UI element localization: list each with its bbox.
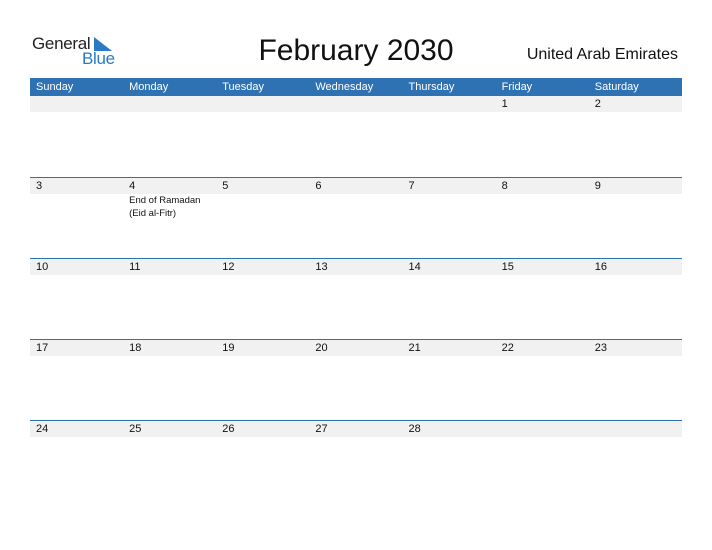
day-number: 28 — [408, 423, 421, 435]
day-number: 10 — [36, 261, 49, 273]
day-cell: 2 — [589, 96, 682, 112]
day-number: 8 — [501, 180, 508, 192]
calendar-grid: Sunday Monday Tuesday Wednesday Thursday… — [30, 78, 682, 501]
day-number: 21 — [408, 342, 421, 354]
day-number: 16 — [594, 261, 607, 273]
week-cells: 10 11 12 13 14 15 16 — [30, 259, 682, 275]
day-number: 11 — [129, 261, 141, 273]
week-row: 3 4 End of Ramadan (Eid al-Fitr) 5 6 7 8 9 — [30, 177, 682, 258]
weekday-monday: Monday — [129, 81, 169, 93]
weekday-sunday: Sunday — [36, 81, 74, 93]
day-cell: 19 — [216, 340, 309, 356]
day-number: 5 — [222, 180, 229, 192]
day-cell — [496, 421, 589, 437]
day-number: 2 — [594, 98, 601, 110]
day-number: 27 — [315, 423, 328, 435]
day-number: 26 — [222, 423, 235, 435]
weekday-thursday: Thursday — [408, 81, 455, 93]
day-cell: 4 End of Ramadan (Eid al-Fitr) — [123, 178, 216, 220]
weeks-container: 1 2 3 4 End of Ramadan (Eid al-Fitr) 5 6 7 8 9 10 11… — [30, 96, 682, 501]
day-cell: 9 — [589, 178, 682, 220]
day-cell: 5 — [216, 178, 309, 220]
week-row: 10 11 12 13 14 15 16 — [30, 258, 682, 339]
weekday-header: Sunday Monday Tuesday Wednesday Thursday… — [30, 78, 682, 96]
day-number — [595, 421, 682, 437]
day-cell: 12 — [216, 259, 309, 275]
week-cells: 24 25 26 27 28 — [30, 421, 682, 437]
weekday-tuesday: Tuesday — [222, 81, 265, 93]
day-number — [222, 96, 309, 112]
day-number: 18 — [129, 342, 142, 354]
day-number: 6 — [315, 180, 322, 192]
day-number: 15 — [501, 261, 514, 273]
day-cell: 8 — [496, 178, 589, 220]
day-cell: 15 — [496, 259, 589, 275]
day-number: 9 — [594, 180, 601, 192]
day-cell — [403, 96, 496, 112]
day-number: 14 — [408, 261, 421, 273]
day-number — [315, 96, 402, 112]
day-cell: 6 — [309, 178, 402, 220]
day-cell: 23 — [589, 340, 682, 356]
day-cell — [123, 96, 216, 112]
day-cell: 26 — [216, 421, 309, 437]
week-cells: 17 18 19 20 21 22 23 — [30, 340, 682, 356]
week-cells: 3 4 End of Ramadan (Eid al-Fitr) 5 6 7 8 9 — [30, 178, 682, 220]
day-cell: 17 — [30, 340, 123, 356]
day-cell: 20 — [309, 340, 402, 356]
day-cell: 14 — [403, 259, 496, 275]
day-number: 13 — [315, 261, 328, 273]
day-cell: 11 — [123, 259, 216, 275]
day-number: 12 — [222, 261, 235, 273]
day-cell: 18 — [123, 340, 216, 356]
day-number: 20 — [315, 342, 328, 354]
day-number — [129, 96, 216, 112]
week-cells: 12 — [30, 96, 682, 112]
day-number: 1 — [501, 98, 508, 110]
day-cell: 25 — [123, 421, 216, 437]
weekday-friday: Friday — [501, 81, 533, 93]
day-number: 24 — [36, 423, 49, 435]
week-row: 12 — [30, 96, 682, 177]
day-number: 7 — [408, 180, 415, 192]
day-cell: 27 — [309, 421, 402, 437]
day-cell: 24 — [30, 421, 123, 437]
day-number: 25 — [129, 423, 142, 435]
country-label: United Arab Emirates — [526, 46, 678, 63]
day-number — [502, 421, 589, 437]
week-row: 24 25 26 27 28 — [30, 420, 682, 501]
day-cell: 21 — [403, 340, 496, 356]
day-cell — [30, 96, 123, 112]
day-cell — [216, 96, 309, 112]
day-number: 3 — [36, 180, 43, 192]
day-number: 23 — [594, 342, 607, 354]
day-number: 19 — [222, 342, 235, 354]
day-cell: 16 — [589, 259, 682, 275]
holiday-label: End of Ramadan — [129, 195, 201, 206]
day-cell: 10 — [30, 259, 123, 275]
day-number — [36, 96, 123, 112]
day-cell: 1 — [496, 96, 589, 112]
day-cell: 28 — [403, 421, 496, 437]
weekday-wednesday: Wednesday — [315, 81, 374, 93]
day-cell — [589, 421, 682, 437]
day-cell: 13 — [309, 259, 402, 275]
day-cell: 3 — [30, 178, 123, 220]
holiday-label: (Eid al-Fitr) — [129, 208, 177, 219]
day-number — [409, 96, 496, 112]
day-number: 17 — [36, 342, 49, 354]
day-cell — [309, 96, 402, 112]
weekday-saturday: Saturday — [594, 81, 639, 93]
day-number: 22 — [501, 342, 514, 354]
week-row: 17 18 19 20 21 22 23 — [30, 339, 682, 420]
day-cell: 22 — [496, 340, 589, 356]
day-cell: 7 — [403, 178, 496, 220]
day-number: 4 — [129, 180, 136, 192]
